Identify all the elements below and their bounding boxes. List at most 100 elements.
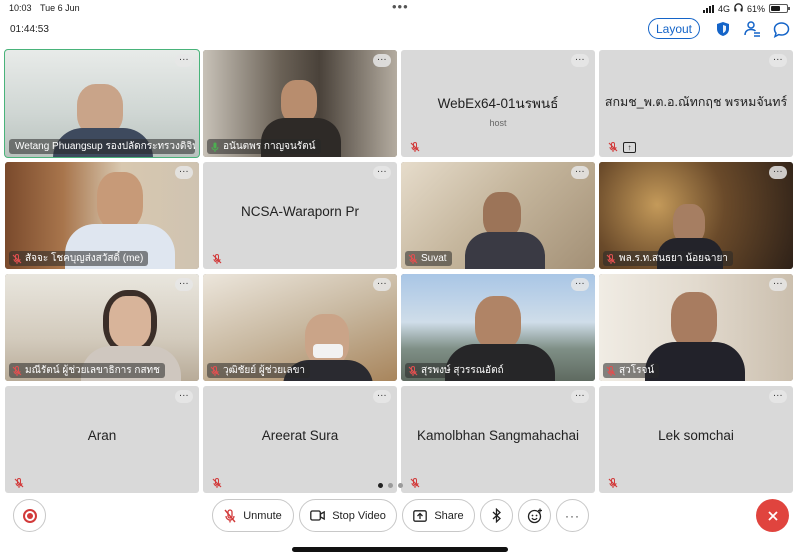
muted-mic-icon (14, 478, 24, 488)
participants-icon[interactable] (743, 20, 761, 38)
more-options-button[interactable]: ... (175, 277, 193, 291)
muted-mic-icon (212, 254, 222, 264)
chat-icon[interactable] (772, 20, 790, 38)
status-time: 10:03 (9, 3, 32, 13)
unmute-label: Unmute (243, 509, 282, 522)
headphones-icon (734, 3, 743, 14)
security-shield-icon[interactable] (714, 20, 732, 38)
participant-label: Suvat (405, 251, 452, 266)
microphone-icon (211, 142, 219, 152)
bluetooth-audio-button[interactable] (480, 499, 513, 532)
participant-name: สุรพงษ์ สุวรรณอัตถ์ (421, 365, 504, 376)
more-options-button[interactable]: ... (373, 277, 391, 291)
participant-video (305, 314, 349, 366)
share-button[interactable]: Share (402, 499, 475, 532)
participant-name: Aran (87, 428, 117, 443)
multitask-dots-icon[interactable]: ••• (392, 0, 409, 14)
participant-name: NCSA-Waraporn Pr (240, 204, 360, 219)
more-options-button[interactable]: ... (571, 165, 589, 179)
participant-tile[interactable]: ... Wetang Phuangsup รองปลัดกระทรวงดิจิท… (4, 49, 200, 158)
participant-video (109, 296, 151, 348)
more-options-button[interactable]: ... (571, 277, 589, 291)
participant-name: Kamolbhan Sangmahachai (416, 428, 580, 443)
participant-label: Wetang Phuangsup รองปลัดกระทรวงดิจิทัลฯ (9, 139, 195, 154)
participant-body (645, 342, 745, 381)
more-options-button[interactable]: ... (769, 389, 787, 403)
more-options-button[interactable]: ... (373, 53, 391, 67)
muted-mic-icon (608, 142, 618, 152)
muted-mic-icon (212, 478, 222, 488)
screen-share-icon: ↑ (623, 142, 636, 153)
more-actions-button[interactable]: ··· (556, 499, 589, 532)
participant-tile[interactable]: ... มณีรัตน์ ผู้ช่วยเลขาธิการ กสทช (5, 274, 199, 381)
participant-name: มณีรัตน์ ผู้ช่วยเลขาธิการ กสทช (25, 365, 160, 376)
home-indicator[interactable] (292, 547, 508, 552)
more-options-button[interactable]: ... (769, 165, 787, 179)
participant-tile[interactable]: ... Lek somchai (599, 386, 793, 493)
bluetooth-icon (492, 508, 501, 523)
muted-mic-icon (224, 508, 236, 522)
muted-mic-icon (12, 253, 22, 264)
participant-label: สัจจะ โชคบุญส่งสวัสดิ์ (me) (9, 251, 149, 266)
participant-tile[interactable]: ... วุฒิชัยย์ ผู้ช่วยเลขา (203, 274, 397, 381)
participant-tile[interactable]: ... Suvat (401, 162, 595, 269)
participant-name: Wetang Phuangsup รองปลัดกระทรวงดิจิทัลฯ (15, 141, 195, 152)
page-dot (388, 483, 393, 488)
participant-tile[interactable]: ... Areerat Sura (203, 386, 397, 493)
muted-mic-icon (12, 365, 22, 376)
close-icon (767, 510, 778, 521)
page-dot-active (378, 483, 383, 488)
more-options-button[interactable]: ... (571, 53, 589, 67)
participant-tile[interactable]: ... NCSA-Waraporn Pr (203, 162, 397, 269)
participant-label: พล.ร.ท.สนธยา น้อยฉายา (603, 251, 733, 266)
participant-name: สัจจะ โชคบุญส่งสวัสดิ์ (me) (25, 253, 144, 264)
muted-mic-icon (410, 142, 420, 152)
more-options-button[interactable]: ... (373, 165, 391, 179)
muted-mic-icon (408, 365, 418, 376)
participant-name: สกมช_พ.ต.อ.ณัทกฤช พรหมจันทร์ (604, 95, 788, 109)
participant-tile[interactable]: ... สกมช_พ.ต.อ.ณัทกฤช พรหมจันทร์ ↑ (599, 50, 793, 157)
reactions-button[interactable] (518, 499, 551, 532)
more-options-button[interactable]: ... (373, 389, 391, 403)
stop-video-label: Stop Video (332, 509, 386, 522)
participant-name: Areerat Sura (261, 428, 339, 443)
more-options-button[interactable]: ... (769, 53, 787, 67)
participant-video (97, 172, 143, 230)
page-indicator[interactable] (378, 483, 403, 488)
emoji-reaction-icon (527, 508, 542, 523)
participant-tile[interactable]: ... WebEx64-01นรพนธ์ host (401, 50, 595, 157)
participant-label: อนันตพร กาญจนรัตน์ (207, 139, 321, 154)
participant-name: พล.ร.ท.สนธยา น้อยฉายา (619, 253, 728, 264)
stop-video-button[interactable]: Stop Video (299, 499, 397, 532)
more-options-button[interactable]: ... (571, 389, 589, 403)
muted-mic-icon (210, 365, 220, 376)
participant-tile[interactable]: ... พล.ร.ท.สนธยา น้อยฉายา (599, 162, 793, 269)
participant-name: วุฒิชัยย์ ผู้ช่วยเลขา (223, 365, 306, 376)
participant-tile[interactable]: ... สุวโรจน์ (599, 274, 793, 381)
participant-label: สุวโรจน์ (603, 363, 660, 378)
battery-level (771, 6, 781, 11)
record-button[interactable] (13, 499, 46, 532)
share-label: Share (434, 509, 464, 522)
more-options-button[interactable]: ... (175, 389, 193, 403)
participant-tile[interactable]: ... Aran (5, 386, 199, 493)
participant-tile[interactable]: ... อนันตพร กาญจนรัตน์ (203, 50, 397, 157)
more-options-button[interactable]: ... (175, 165, 193, 179)
participant-name: Suvat (421, 253, 447, 264)
more-options-button[interactable]: ... (769, 277, 787, 291)
participant-tile[interactable]: ... Kamolbhan Sangmahachai (401, 386, 595, 493)
layout-button[interactable]: Layout (648, 18, 700, 39)
participant-name: อนันตพร กาญจนรัตน์ (223, 141, 316, 152)
battery-percent: 61% (746, 3, 765, 14)
leave-meeting-button[interactable] (756, 499, 789, 532)
participant-tile[interactable]: ... สุรพงษ์ สุวรรณอัตถ์ (401, 274, 595, 381)
cellular-signal-icon (702, 4, 714, 13)
more-options-button[interactable]: ... (175, 53, 193, 67)
unmute-button[interactable]: Unmute (212, 499, 294, 532)
participant-name: Lek somchai (658, 428, 734, 443)
participant-body (465, 232, 545, 269)
video-camera-icon (310, 510, 326, 521)
participant-tile[interactable]: ... สัจจะ โชคบุญส่งสวัสดิ์ (me) (5, 162, 199, 269)
meeting-toolbar: Unmute Stop Video Share ··· (0, 496, 800, 536)
status-bar: 10:03 Tue 6 Jun ••• 4G 61% (0, 0, 800, 18)
